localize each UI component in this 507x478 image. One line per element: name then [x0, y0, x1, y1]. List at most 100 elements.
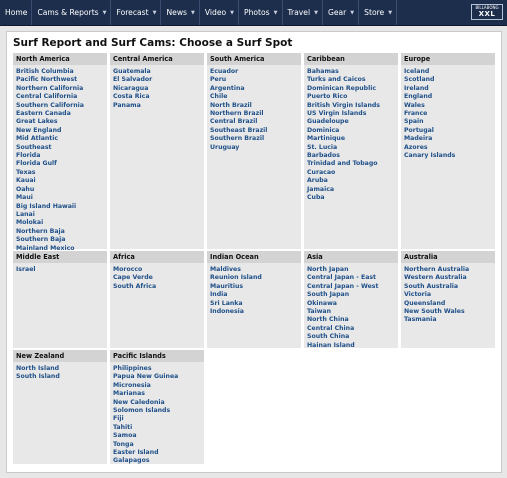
spot-link[interactable]: New Caledonia — [113, 399, 201, 407]
spot-link[interactable]: Northern Australia — [404, 266, 492, 274]
spot-link[interactable]: Southern California — [16, 102, 104, 110]
spot-link[interactable]: British Columbia — [16, 68, 104, 76]
spot-link[interactable]: Indonesia — [210, 308, 298, 316]
spot-link[interactable]: Chile — [210, 93, 298, 101]
spot-link[interactable]: Florida — [16, 152, 104, 160]
spot-link[interactable]: Texas — [16, 169, 104, 177]
spot-link[interactable]: Tasmania — [404, 316, 492, 324]
spot-link[interactable]: Central Japan - East — [307, 274, 395, 282]
spot-link[interactable]: Martinique — [307, 135, 395, 143]
spot-link[interactable]: Argentina — [210, 85, 298, 93]
spot-link[interactable]: Turks and Caicos — [307, 76, 395, 84]
nav-gear[interactable]: Gear ▼ — [323, 0, 360, 25]
spot-link[interactable]: Fiji — [113, 415, 201, 423]
spot-link[interactable]: Southeast Brazil — [210, 127, 298, 135]
spot-link[interactable]: Big Island Hawaii — [16, 203, 104, 211]
spot-link[interactable]: Spain — [404, 118, 492, 126]
spot-link[interactable]: British Virgin Islands — [307, 102, 395, 110]
spot-link[interactable]: Kauai — [16, 177, 104, 185]
spot-link[interactable]: Northern Brazil — [210, 110, 298, 118]
spot-link[interactable]: Okinawa — [307, 300, 395, 308]
nav-video[interactable]: Video ▼ — [200, 0, 240, 25]
spot-link[interactable]: US Virgin Islands — [307, 110, 395, 118]
nav-home[interactable]: Home — [0, 0, 33, 25]
nav-forecast[interactable]: Forecast ▼ — [111, 0, 162, 25]
spot-link[interactable]: France — [404, 110, 492, 118]
spot-link[interactable]: North Island — [16, 365, 104, 373]
spot-link[interactable]: Maldives — [210, 266, 298, 274]
spot-link[interactable]: South Island — [16, 373, 104, 381]
spot-link[interactable]: Oahu — [16, 186, 104, 194]
spot-link[interactable]: Madeira — [404, 135, 492, 143]
spot-link[interactable]: Guatemala — [113, 68, 201, 76]
spot-link[interactable]: Reunion Island — [210, 274, 298, 282]
nav-photos[interactable]: Photos ▼ — [239, 0, 283, 25]
spot-link[interactable]: Mid Atlantic — [16, 135, 104, 143]
spot-link[interactable]: New England — [16, 127, 104, 135]
spot-link[interactable]: Central China — [307, 325, 395, 333]
spot-link[interactable]: Ireland — [404, 85, 492, 93]
spot-link[interactable]: India — [210, 291, 298, 299]
spot-link[interactable]: Puerto Rico — [307, 93, 395, 101]
spot-link[interactable]: El Salvador — [113, 76, 201, 84]
spot-link[interactable]: Dominica — [307, 127, 395, 135]
spot-link[interactable]: Wales — [404, 102, 492, 110]
spot-link[interactable]: Papua New Guinea — [113, 373, 201, 381]
spot-link[interactable]: Central California — [16, 93, 104, 101]
spot-link[interactable]: Lanai — [16, 211, 104, 219]
spot-link[interactable]: Western Australia — [404, 274, 492, 282]
spot-link[interactable]: Israel — [16, 266, 104, 274]
spot-link[interactable]: Nicaragua — [113, 85, 201, 93]
spot-link[interactable]: Solomon Islands — [113, 407, 201, 415]
spot-link[interactable]: Panama — [113, 102, 201, 110]
nav-travel[interactable]: Travel ▼ — [283, 0, 323, 25]
spot-link[interactable]: Victoria — [404, 291, 492, 299]
spot-link[interactable]: New South Wales — [404, 308, 492, 316]
spot-link[interactable]: Molokai — [16, 219, 104, 227]
spot-link[interactable]: Maui — [16, 194, 104, 202]
spot-link[interactable]: Queensland — [404, 300, 492, 308]
spot-link[interactable]: Sri Lanka — [210, 300, 298, 308]
spot-link[interactable]: Micronesia — [113, 382, 201, 390]
site-logo[interactable]: BILLABONG XXL — [471, 4, 503, 20]
spot-link[interactable]: England — [404, 93, 492, 101]
spot-link[interactable]: Tonga — [113, 441, 201, 449]
spot-link[interactable]: South Australia — [404, 283, 492, 291]
spot-link[interactable]: Azores — [404, 144, 492, 152]
spot-link[interactable]: Marianas — [113, 390, 201, 398]
spot-link[interactable]: Samoa — [113, 432, 201, 440]
spot-link[interactable]: Central Japan - West — [307, 283, 395, 291]
spot-link[interactable]: Cape Verde — [113, 274, 201, 282]
spot-link[interactable]: Jamaica — [307, 186, 395, 194]
spot-link[interactable]: Easter Island — [113, 449, 201, 457]
spot-link[interactable]: Galapagos — [113, 457, 201, 465]
spot-link[interactable]: Cuba — [307, 194, 395, 202]
spot-link[interactable]: Southeast — [16, 144, 104, 152]
spot-link[interactable]: Aruba — [307, 177, 395, 185]
spot-link[interactable]: Costa Rica — [113, 93, 201, 101]
spot-link[interactable]: Great Lakes — [16, 118, 104, 126]
nav-store[interactable]: Store ▼ — [359, 0, 398, 25]
spot-link[interactable]: Barbados — [307, 152, 395, 160]
spot-link[interactable]: Iceland — [404, 68, 492, 76]
spot-link[interactable]: Mauritius — [210, 283, 298, 291]
spot-link[interactable]: Central Brazil — [210, 118, 298, 126]
nav-news[interactable]: News ▼ — [161, 0, 200, 25]
spot-link[interactable]: St. Lucia — [307, 144, 395, 152]
spot-link[interactable]: Pacific Northwest — [16, 76, 104, 84]
spot-link[interactable]: Dominican Republic — [307, 85, 395, 93]
spot-link[interactable]: Eastern Canada — [16, 110, 104, 118]
spot-link[interactable]: Guadeloupe — [307, 118, 395, 126]
spot-link[interactable]: South China — [307, 333, 395, 341]
spot-link[interactable]: Northern California — [16, 85, 104, 93]
spot-link[interactable]: Ecuador — [210, 68, 298, 76]
spot-link[interactable]: Bahamas — [307, 68, 395, 76]
spot-link[interactable]: Taiwan — [307, 308, 395, 316]
spot-link[interactable]: Scotland — [404, 76, 492, 84]
spot-link[interactable]: Canary Islands — [404, 152, 492, 160]
spot-link[interactable]: Portugal — [404, 127, 492, 135]
spot-link[interactable]: North China — [307, 316, 395, 324]
spot-link[interactable]: Tahiti — [113, 424, 201, 432]
spot-link[interactable]: Florida Gulf — [16, 160, 104, 168]
spot-link[interactable]: South Japan — [307, 291, 395, 299]
